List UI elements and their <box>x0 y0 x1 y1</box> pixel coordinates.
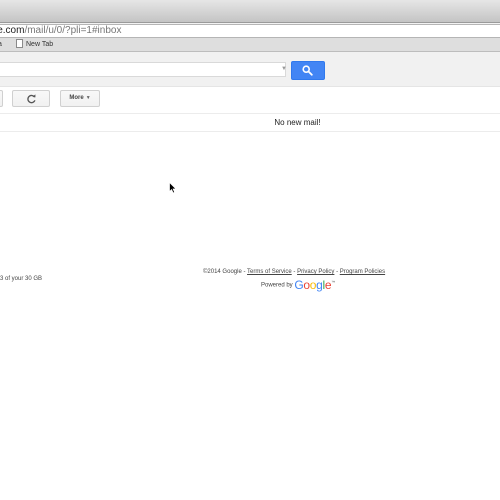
browser-titlebar <box>0 0 500 23</box>
privacy-link[interactable]: Privacy Policy <box>297 269 334 275</box>
bookmarks-bar: a New Tab <box>0 38 500 52</box>
more-button[interactable]: More ▼ <box>60 90 100 107</box>
terms-link[interactable]: Terms of Service <box>247 269 292 275</box>
search-button[interactable] <box>291 61 325 80</box>
bookmark-new-tab[interactable]: New Tab <box>16 38 53 51</box>
caret-down-icon[interactable]: ▼ <box>281 66 287 72</box>
page-icon <box>16 38 23 48</box>
gmail-header: ▼ <box>0 52 500 87</box>
empty-inbox-message: No new mail! <box>274 118 321 127</box>
url-path: /mail/u/0/?pli=1#inbox <box>24 25 122 36</box>
powered-by-label: Powered by <box>261 282 293 289</box>
address-bar[interactable]: le.com/mail/u/0/?pli=1#inbox <box>0 24 500 38</box>
program-policies-link[interactable]: Program Policies <box>340 269 385 275</box>
copyright-text: ©2014 Google <box>203 269 242 275</box>
refresh-button[interactable] <box>12 90 50 107</box>
bookmark-new-tab-label: New Tab <box>26 41 54 48</box>
search-icon <box>302 65 313 76</box>
mouse-pointer-icon <box>169 182 177 194</box>
chevron-down-icon: ▼ <box>85 95 91 101</box>
trademark-symbol: ™ <box>331 279 336 285</box>
footer-links: ©2014 Google - Terms of Service - Privac… <box>203 269 385 275</box>
select-button[interactable] <box>0 90 3 107</box>
refresh-icon <box>27 94 36 104</box>
search-input[interactable] <box>0 62 286 77</box>
divider <box>0 131 500 132</box>
google-logo: Google <box>294 278 332 292</box>
url-domain: le.com <box>0 25 25 36</box>
storage-usage: 3 of your 30 GB <box>0 276 43 282</box>
powered-by: Powered by Google™ <box>261 278 335 292</box>
mail-toolbar: More ▼ <box>0 87 500 113</box>
bookmark-item-partial[interactable]: a <box>0 38 2 51</box>
more-button-label: More <box>69 95 84 101</box>
browser-toolbar: le.com/mail/u/0/?pli=1#inbox <box>0 23 500 38</box>
